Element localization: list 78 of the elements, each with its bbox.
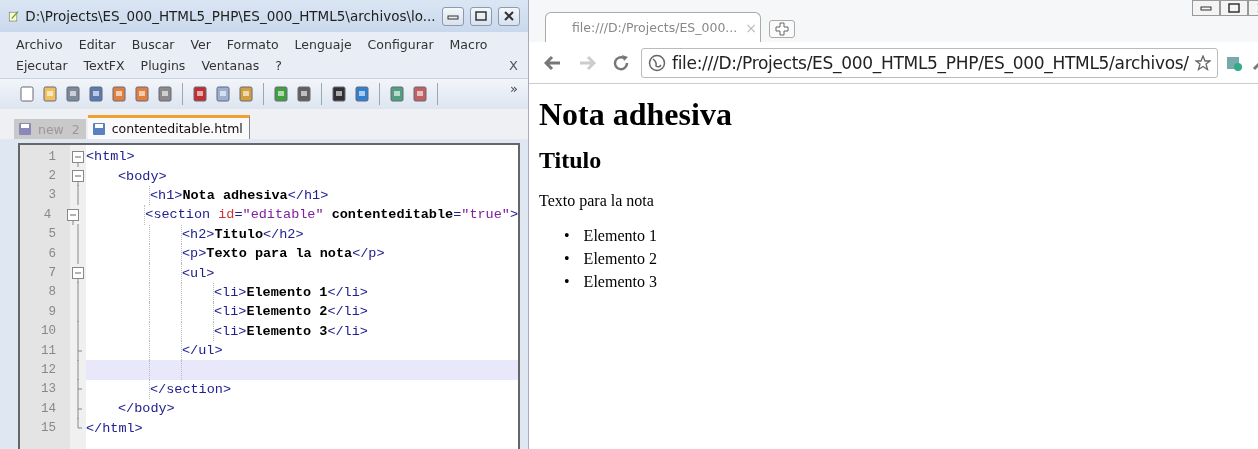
line-number: 3 [48,188,56,203]
window-title: D:\Projects\ES_000_HTML5_PHP\ES_000_HTML5\archivos\lo... [25,8,436,24]
back-arrow-icon [544,54,562,71]
menu-item[interactable]: Plugins [130,58,192,73]
minimize-button[interactable] [441,6,464,26]
fold-line-icon [77,360,79,380]
line-number: 10 [41,324,56,339]
star-icon[interactable] [1194,54,1211,71]
line-number: 5 [48,227,56,242]
menu-item[interactable]: Archivo [6,37,69,52]
maximize-button[interactable] [469,6,492,26]
list-item: Elemento 2 [583,249,657,269]
address-bar[interactable]: file:///D:/Projects/ES_000_HTML5_PHP/ES_000_HTML5/archivos/ [641,47,1218,78]
fold-end-icon [77,340,83,361]
list-bullet: • [564,272,570,292]
line-number: 7 [48,266,56,281]
menu-item[interactable]: Macro [439,37,494,52]
code-line: <h2>Titulo</h2> [182,226,304,242]
line-number: 1 [48,149,56,164]
line-number: 15 [41,421,56,436]
maximize-button[interactable] [1219,0,1248,16]
close-icon [502,11,515,21]
menu-item[interactable]: Configurar [357,37,440,52]
forward-arrow-icon [578,54,596,71]
code-line: </section> [150,381,231,397]
line-number: 13 [41,382,56,397]
code-line: <section id="editable" contenteditable="true"> [145,207,518,223]
line-number: 4 [43,207,52,222]
toolbar-overflow-button[interactable]: » [510,81,518,96]
minimize-icon [446,12,459,20]
file-tab[interactable]: contenteditable.html [87,115,250,139]
line-number: 12 [41,363,56,377]
menu-item[interactable]: ? [265,58,288,73]
line-number: 9 [48,304,56,319]
reload-icon [612,53,630,72]
page-paragraph: Texto para la nota [539,192,655,210]
line-number: 14 [41,401,56,416]
maximize-icon [474,11,487,21]
menu-item[interactable]: Ventanas [191,58,266,73]
list-item: Elemento 1 [583,226,657,246]
menu-item[interactable]: Ver [180,37,217,52]
code-line: <p>Texto para la nota</p> [182,246,385,262]
browser-tab[interactable]: file:///D:/Projects/ES_000... × [545,12,761,42]
maximize-icon [1227,3,1240,13]
code-line: </html> [86,420,143,436]
list-item: Elemento 3 [583,272,657,292]
menu-item[interactable]: TextFX [73,58,131,73]
page-subheading: Titulo [539,147,603,174]
code-line: <li>Elemento 3</li> [214,323,368,339]
menu-item[interactable]: Buscar [121,37,181,52]
menu-item[interactable]: Formato [216,37,285,52]
line-number: 8 [48,285,56,300]
close-document-button[interactable]: X [509,58,522,73]
code-line: <body> [118,168,167,184]
close-button[interactable] [497,6,520,26]
tab-title: file:///D:/Projects/ES_000... [572,20,738,35]
code-line: <li>Elemento 2</li> [214,304,368,320]
minimize-button[interactable] [1191,0,1220,16]
line-number: 2 [48,169,56,184]
list-bullet: • [564,226,570,246]
page-heading: Nota adhesiva [539,96,733,133]
menu-item[interactable]: Lenguaje [284,37,358,52]
new-tab-button[interactable] [769,20,795,38]
fold-line-icon [77,185,79,206]
code-line: <html> [86,149,135,165]
plus-icon [775,22,789,36]
list-bullet: • [564,249,570,269]
code-line: <li>Elemento 1</li> [214,284,368,300]
line-number: 11 [41,343,56,358]
code-line: </body> [118,401,175,417]
globe-icon [648,53,666,72]
code-line: <ul> [182,265,215,281]
menu-item[interactable]: Editar [68,37,122,52]
line-number: 6 [48,246,56,261]
menu-item[interactable]: Ejecutar [6,58,74,73]
code-line: <h1>Nota adhesiva</h1> [150,187,329,203]
minimize-icon [1199,5,1212,11]
code-line: </ul> [182,343,223,359]
